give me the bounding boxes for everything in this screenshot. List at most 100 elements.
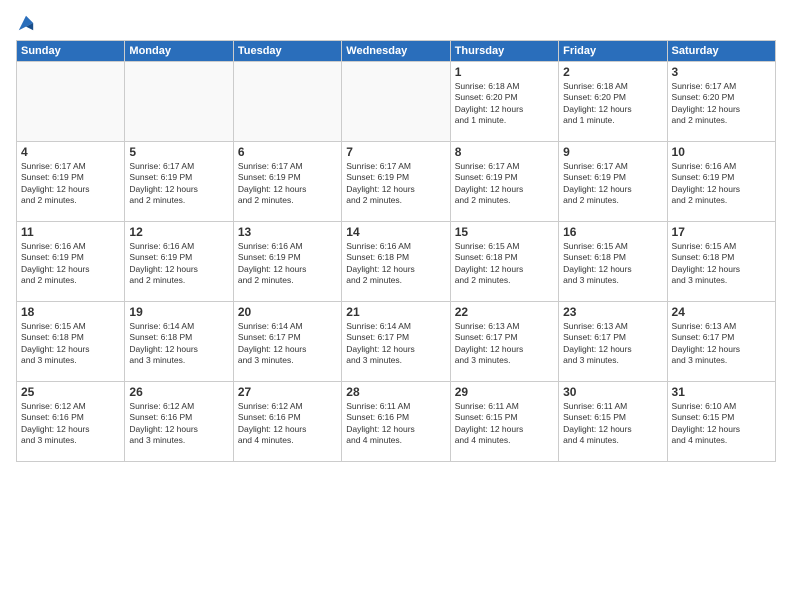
- calendar-cell: 29Sunrise: 6:11 AM Sunset: 6:15 PM Dayli…: [450, 382, 558, 462]
- calendar-cell: 24 Sunrise: 6:13 AM Sunset: 6:17 PM Dayli…: [667, 302, 775, 382]
- day-info: Sunrise: 6:13 AM Sunset: 6:17 PM Dayligh…: [455, 321, 554, 367]
- day-number: 9: [563, 145, 662, 159]
- calendar-cell: 25 Sunrise: 6:12 AM Sunset: 6:16 PM Dayli…: [17, 382, 125, 462]
- day-info: Sunrise: 6:15 AM Sunset: 6:18 PM Dayligh…: [455, 241, 554, 287]
- day-info: Sunrise: 6:11 AM Sunset: 6:15 PM Dayligh…: [563, 401, 662, 447]
- day-info: Sunrise: 6:13 AM Sunset: 6:17 PM Dayligh…: [672, 321, 771, 367]
- day-info: Sunrise: 6:17 AM Sunset: 6:19 PM Dayligh…: [238, 161, 337, 207]
- calendar-cell: 16 Sunrise: 6:15 AM Sunset: 6:18 PM Dayli…: [559, 222, 667, 302]
- day-number: 25: [21, 385, 120, 399]
- day-number: 26: [129, 385, 228, 399]
- calendar-week-3: 11 Sunrise: 6:16 AM Sunset: 6:19 PM Dayli…: [17, 222, 776, 302]
- calendar-cell: 19 Sunrise: 6:14 AM Sunset: 6:18 PM Dayli…: [125, 302, 233, 382]
- day-info: Sunrise: 6:17 AM Sunset: 6:20 PM Dayligh…: [672, 81, 771, 127]
- header: [16, 16, 776, 30]
- calendar-cell: 21 Sunrise: 6:14 AM Sunset: 6:17 PM Dayli…: [342, 302, 450, 382]
- calendar-cell: 12Sunrise: 6:16 AM Sunset: 6:19 PM Dayli…: [125, 222, 233, 302]
- calendar-cell: 6 Sunrise: 6:17 AM Sunset: 6:19 PM Daylig…: [233, 142, 341, 222]
- day-info: Sunrise: 6:15 AM Sunset: 6:18 PM Dayligh…: [21, 321, 120, 367]
- day-number: 11: [21, 225, 120, 239]
- day-header-wednesday: Wednesday: [342, 41, 450, 62]
- day-info: Sunrise: 6:12 AM Sunset: 6:16 PM Dayligh…: [21, 401, 120, 447]
- calendar-week-5: 25 Sunrise: 6:12 AM Sunset: 6:16 PM Dayli…: [17, 382, 776, 462]
- day-number: 14: [346, 225, 445, 239]
- day-info: Sunrise: 6:16 AM Sunset: 6:19 PM Dayligh…: [129, 241, 228, 287]
- calendar-cell: 2 Sunrise: 6:18 AM Sunset: 6:20 PM Daylig…: [559, 62, 667, 142]
- day-number: 6: [238, 145, 337, 159]
- day-number: 21: [346, 305, 445, 319]
- calendar-cell: 11 Sunrise: 6:16 AM Sunset: 6:19 PM Dayli…: [17, 222, 125, 302]
- calendar-cell: 23Sunrise: 6:13 AM Sunset: 6:17 PM Dayli…: [559, 302, 667, 382]
- day-number: 15: [455, 225, 554, 239]
- day-info: Sunrise: 6:17 AM Sunset: 6:19 PM Dayligh…: [455, 161, 554, 207]
- day-number: 16: [563, 225, 662, 239]
- day-info: Sunrise: 6:18 AM Sunset: 6:20 PM Dayligh…: [455, 81, 554, 127]
- calendar-cell: 13Sunrise: 6:16 AM Sunset: 6:19 PM Dayli…: [233, 222, 341, 302]
- day-info: Sunrise: 6:16 AM Sunset: 6:19 PM Dayligh…: [21, 241, 120, 287]
- day-number: 13: [238, 225, 337, 239]
- day-info: Sunrise: 6:14 AM Sunset: 6:17 PM Dayligh…: [238, 321, 337, 367]
- day-info: Sunrise: 6:12 AM Sunset: 6:16 PM Dayligh…: [238, 401, 337, 447]
- calendar-cell: 22 Sunrise: 6:13 AM Sunset: 6:17 PM Dayli…: [450, 302, 558, 382]
- calendar-cell: 8 Sunrise: 6:17 AM Sunset: 6:19 PM Daylig…: [450, 142, 558, 222]
- day-number: 24: [672, 305, 771, 319]
- day-info: Sunrise: 6:11 AM Sunset: 6:16 PM Dayligh…: [346, 401, 445, 447]
- day-header-monday: Monday: [125, 41, 233, 62]
- day-number: 18: [21, 305, 120, 319]
- day-info: Sunrise: 6:17 AM Sunset: 6:19 PM Dayligh…: [346, 161, 445, 207]
- calendar-cell: 17 Sunrise: 6:15 AM Sunset: 6:18 PM Dayli…: [667, 222, 775, 302]
- day-info: Sunrise: 6:15 AM Sunset: 6:18 PM Dayligh…: [563, 241, 662, 287]
- day-info: Sunrise: 6:17 AM Sunset: 6:19 PM Dayligh…: [129, 161, 228, 207]
- calendar-cell: 3 Sunrise: 6:17 AM Sunset: 6:20 PM Daylig…: [667, 62, 775, 142]
- day-number: 2: [563, 65, 662, 79]
- calendar-week-1: 1Sunrise: 6:18 AM Sunset: 6:20 PM Daylig…: [17, 62, 776, 142]
- day-number: 31: [672, 385, 771, 399]
- day-header-thursday: Thursday: [450, 41, 558, 62]
- day-info: Sunrise: 6:10 AM Sunset: 6:15 PM Dayligh…: [672, 401, 771, 447]
- day-header-sunday: Sunday: [17, 41, 125, 62]
- day-info: Sunrise: 6:13 AM Sunset: 6:17 PM Dayligh…: [563, 321, 662, 367]
- day-header-friday: Friday: [559, 41, 667, 62]
- calendar-cell: 4Sunrise: 6:17 AM Sunset: 6:19 PM Daylig…: [17, 142, 125, 222]
- day-info: Sunrise: 6:11 AM Sunset: 6:15 PM Dayligh…: [455, 401, 554, 447]
- calendar-week-4: 18 Sunrise: 6:15 AM Sunset: 6:18 PM Dayli…: [17, 302, 776, 382]
- day-header-saturday: Saturday: [667, 41, 775, 62]
- calendar-table: SundayMondayTuesdayWednesdayThursdayFrid…: [16, 40, 776, 462]
- day-number: 22: [455, 305, 554, 319]
- calendar-cell: 7 Sunrise: 6:17 AM Sunset: 6:19 PM Daylig…: [342, 142, 450, 222]
- day-info: Sunrise: 6:14 AM Sunset: 6:18 PM Dayligh…: [129, 321, 228, 367]
- day-info: Sunrise: 6:16 AM Sunset: 6:19 PM Dayligh…: [672, 161, 771, 207]
- day-number: 7: [346, 145, 445, 159]
- calendar-cell: 30 Sunrise: 6:11 AM Sunset: 6:15 PM Dayli…: [559, 382, 667, 462]
- day-info: Sunrise: 6:17 AM Sunset: 6:19 PM Dayligh…: [21, 161, 120, 207]
- day-number: 8: [455, 145, 554, 159]
- calendar-cell: [342, 62, 450, 142]
- day-info: Sunrise: 6:16 AM Sunset: 6:18 PM Dayligh…: [346, 241, 445, 287]
- day-number: 27: [238, 385, 337, 399]
- calendar-cell: 28 Sunrise: 6:11 AM Sunset: 6:16 PM Dayli…: [342, 382, 450, 462]
- day-number: 17: [672, 225, 771, 239]
- day-number: 3: [672, 65, 771, 79]
- calendar-cell: [233, 62, 341, 142]
- calendar-cell: 14 Sunrise: 6:16 AM Sunset: 6:18 PM Dayli…: [342, 222, 450, 302]
- calendar-cell: [17, 62, 125, 142]
- calendar-week-2: 4Sunrise: 6:17 AM Sunset: 6:19 PM Daylig…: [17, 142, 776, 222]
- calendar-cell: 18 Sunrise: 6:15 AM Sunset: 6:18 PM Dayli…: [17, 302, 125, 382]
- calendar-cell: 5 Sunrise: 6:17 AM Sunset: 6:19 PM Daylig…: [125, 142, 233, 222]
- logo-icon: [17, 14, 35, 32]
- day-number: 28: [346, 385, 445, 399]
- day-info: Sunrise: 6:15 AM Sunset: 6:18 PM Dayligh…: [672, 241, 771, 287]
- day-number: 19: [129, 305, 228, 319]
- day-info: Sunrise: 6:14 AM Sunset: 6:17 PM Dayligh…: [346, 321, 445, 367]
- calendar-cell: 1Sunrise: 6:18 AM Sunset: 6:20 PM Daylig…: [450, 62, 558, 142]
- day-number: 5: [129, 145, 228, 159]
- day-number: 10: [672, 145, 771, 159]
- page: SundayMondayTuesdayWednesdayThursdayFrid…: [0, 0, 792, 612]
- day-info: Sunrise: 6:17 AM Sunset: 6:19 PM Dayligh…: [563, 161, 662, 207]
- calendar-header-row: SundayMondayTuesdayWednesdayThursdayFrid…: [17, 41, 776, 62]
- day-number: 30: [563, 385, 662, 399]
- calendar-cell: 15 Sunrise: 6:15 AM Sunset: 6:18 PM Dayli…: [450, 222, 558, 302]
- day-info: Sunrise: 6:18 AM Sunset: 6:20 PM Dayligh…: [563, 81, 662, 127]
- calendar-cell: 10 Sunrise: 6:16 AM Sunset: 6:19 PM Dayli…: [667, 142, 775, 222]
- calendar-cell: 31 Sunrise: 6:10 AM Sunset: 6:15 PM Dayli…: [667, 382, 775, 462]
